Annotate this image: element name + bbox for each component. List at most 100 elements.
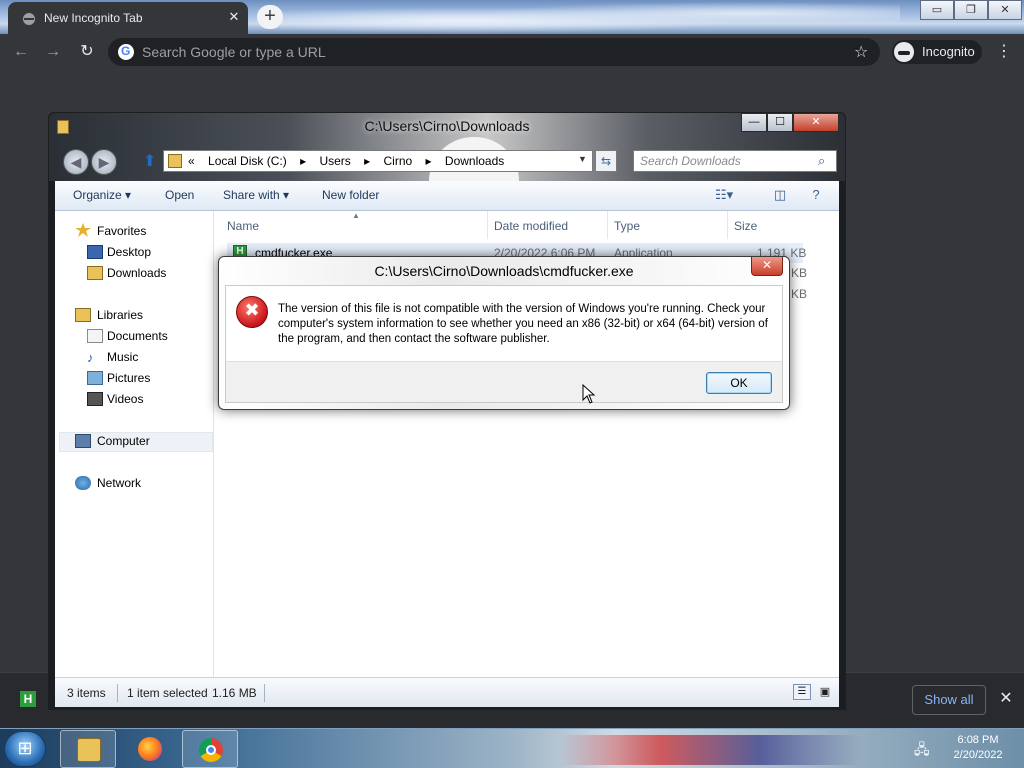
explorer-window-controls: — ☐ ✕ [741, 113, 839, 133]
download-file-icon[interactable]: H [20, 691, 36, 707]
omnibox[interactable]: Search Google or type a URL ☆ [108, 38, 880, 66]
status-bar: 3 items 1 item selected 1.16 MB ☰ ▣ [55, 677, 839, 707]
bookmark-star-icon[interactable]: ☆ [854, 42, 868, 62]
dialog-message: The version of this file is not compatib… [278, 303, 768, 345]
large-icons-view-icon[interactable]: ▣ [817, 684, 833, 700]
nav-libraries[interactable]: Libraries [97, 308, 143, 322]
taskbar-firefox[interactable] [122, 730, 178, 768]
up-arrow-icon[interactable]: ⬆ [143, 153, 159, 171]
breadcrumb-local-disk[interactable]: Local Disk (C:) [208, 154, 287, 168]
taskbar-file-explorer[interactable] [60, 730, 116, 768]
change-view-icon[interactable]: ☷▾ [715, 187, 733, 203]
reload-icon[interactable]: ↻ [76, 42, 98, 62]
status-divider [117, 684, 118, 702]
new-folder-button[interactable]: New folder [322, 188, 379, 202]
file-size: KB [791, 287, 808, 301]
wallpaper-ribbon [560, 735, 860, 765]
column-divider[interactable] [727, 211, 728, 239]
address-bar[interactable]: « Local Disk (C:) ▸ Users ▸ Cirno ▸ Down… [163, 150, 593, 172]
dialog-footer: OK [225, 361, 783, 403]
browser-toolbar: ← → ↻ Search Google or type a URL ☆ Inco… [0, 34, 1024, 70]
refresh-icon[interactable]: ⇆ [595, 150, 617, 172]
file-size: KB [791, 266, 808, 280]
explorer-window: C:\Users\Cirno\Downloads — ☐ ✕ ◀ ▶ ⬆ « L… [48, 112, 846, 710]
breadcrumb-separator: ▸ [364, 154, 371, 168]
omnibox-placeholder: Search Google or type a URL [142, 44, 326, 60]
incognito-badge[interactable]: Incognito [892, 40, 982, 64]
sort-indicator-icon: ▲ [352, 211, 360, 220]
nav-desktop[interactable]: Desktop [107, 245, 151, 259]
nav-pictures[interactable]: Pictures [107, 371, 150, 385]
close-window-button[interactable]: ✕ [988, 0, 1022, 20]
address-folder-icon [168, 154, 182, 168]
nav-documents[interactable]: Documents [107, 329, 168, 343]
downloads-bar-close-icon[interactable]: ✕ [996, 689, 1016, 709]
explorer-maximize-button[interactable]: ☐ [767, 113, 793, 132]
nav-videos[interactable]: Videos [107, 392, 143, 406]
desktop-wallpaper-strip [280, 0, 900, 34]
breadcrumb-cirno[interactable]: Cirno [384, 154, 413, 168]
search-placeholder: Search Downloads [640, 154, 741, 168]
window-controls: ▭ ❐ ✕ [920, 0, 1024, 20]
incognito-tab-icon [23, 13, 35, 25]
ok-button[interactable]: OK [706, 372, 772, 394]
organize-button[interactable]: Organize ▾ [73, 188, 131, 202]
computer-icon [75, 434, 91, 448]
open-button[interactable]: Open [165, 188, 194, 202]
star-icon [75, 223, 91, 237]
new-tab-button[interactable]: + [257, 5, 283, 29]
explorer-close-button[interactable]: ✕ [793, 113, 839, 132]
selection-status: 1 item selected [127, 686, 208, 700]
breadcrumb-overflow[interactable]: « [188, 154, 195, 168]
nav-favorites[interactable]: Favorites [97, 224, 146, 238]
chrome-icon-center [206, 745, 216, 755]
network-tray-icon[interactable]: 🖧 [914, 739, 932, 757]
pictures-icon [87, 371, 103, 385]
breadcrumb-users[interactable]: Users [319, 154, 350, 168]
explorer-forward-icon[interactable]: ▶ [91, 149, 117, 175]
breadcrumb-downloads[interactable]: Downloads [445, 154, 504, 168]
column-date-modified[interactable]: Date modified [494, 219, 568, 233]
tab-new-incognito[interactable]: New Incognito Tab ✕ [8, 2, 248, 34]
status-divider [264, 684, 265, 702]
selection-size: 1.16 MB [212, 686, 257, 700]
preview-pane-icon[interactable]: ◫ [771, 187, 789, 203]
details-view-icon[interactable]: ☰ [793, 684, 811, 700]
explorer-back-icon[interactable]: ◀ [63, 149, 89, 175]
restore-button[interactable]: ❐ [954, 0, 988, 20]
desktop-icon [87, 245, 103, 259]
column-divider[interactable] [607, 211, 608, 239]
share-with-button[interactable]: Share with ▾ [223, 188, 289, 202]
search-downloads-input[interactable]: Search Downloads ⌕ [633, 150, 837, 172]
nav-downloads[interactable]: Downloads [107, 266, 166, 280]
tab-close-icon[interactable]: ✕ [226, 9, 242, 25]
incognito-icon [894, 42, 914, 62]
column-name[interactable]: Name [227, 219, 259, 233]
column-size[interactable]: Size [734, 219, 757, 233]
videos-icon [87, 392, 103, 406]
clock-time: 6:08 PM [957, 734, 999, 746]
clock-date: 2/20/2022 [953, 749, 1003, 761]
back-arrow-icon[interactable]: ← [10, 42, 32, 62]
explorer-minimize-button[interactable]: — [741, 113, 767, 132]
libraries-icon [75, 308, 91, 322]
downloads-folder-icon [87, 266, 103, 280]
show-all-downloads-button[interactable]: Show all [912, 685, 986, 715]
start-button[interactable] [4, 731, 46, 767]
nav-network[interactable]: Network [97, 476, 141, 490]
nav-computer[interactable]: Computer [97, 434, 150, 448]
nav-music[interactable]: Music [107, 350, 138, 364]
tab-title: New Incognito Tab [44, 11, 143, 25]
navigation-pane: Favorites Desktop Downloads Libraries Do… [55, 211, 214, 677]
taskbar-chrome[interactable] [182, 730, 238, 768]
chrome-menu-icon[interactable]: ⋮ [996, 42, 1012, 62]
google-icon [118, 44, 134, 60]
column-type[interactable]: Type [614, 219, 640, 233]
help-icon[interactable]: ? [807, 187, 825, 203]
forward-arrow-icon[interactable]: → [42, 42, 64, 62]
minimize-button[interactable]: ▭ [920, 0, 954, 20]
address-dropdown-icon[interactable]: ▼ [578, 154, 587, 164]
dialog-close-button[interactable]: ✕ [751, 257, 783, 276]
column-divider[interactable] [487, 211, 488, 239]
system-clock[interactable]: 6:08 PM 2/20/2022 [940, 733, 1016, 763]
